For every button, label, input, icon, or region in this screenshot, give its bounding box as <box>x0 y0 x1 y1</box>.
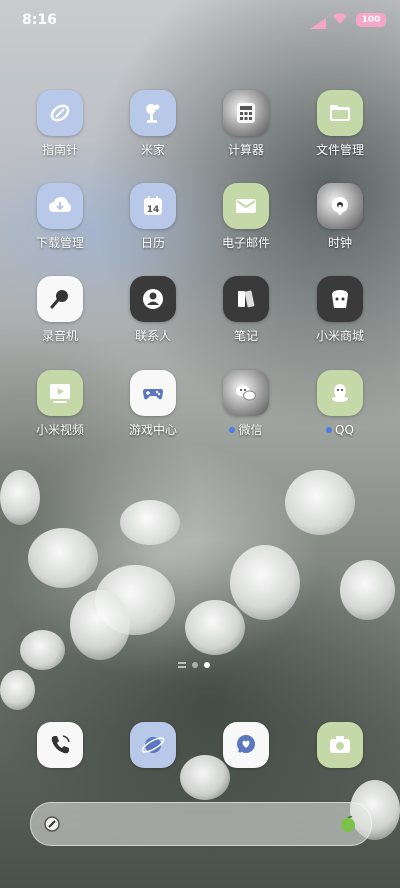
app-download[interactable]: 下载管理 <box>15 183 105 250</box>
app-label-text: 录音机 <box>41 329 78 343</box>
status-time: 8:16 <box>22 12 57 28</box>
recorder-icon <box>37 276 83 322</box>
app-label: 米家 <box>108 143 198 157</box>
dock-phone[interactable] <box>15 722 105 768</box>
svg-text:14: 14 <box>147 205 160 215</box>
list-view-icon <box>178 662 186 668</box>
wechat-icon <box>223 370 269 416</box>
app-label: 指南针 <box>15 143 105 157</box>
app-label-text: 计算器 <box>227 143 264 157</box>
new-badge-dot <box>326 427 333 433</box>
app-label-text: 小米商城 <box>315 329 364 343</box>
wallpaper-flower <box>230 545 300 620</box>
app-label-text: 时钟 <box>327 236 352 250</box>
app-label-text: QQ <box>335 423 354 437</box>
app-calculator[interactable]: 计算器 <box>201 90 291 157</box>
app-mall[interactable]: 小米商城 <box>295 276 385 343</box>
app-mail[interactable]: 电子邮件 <box>201 183 291 250</box>
mijia-icon <box>130 90 176 136</box>
app-qq[interactable]: QQ <box>295 370 385 437</box>
page-dot <box>192 662 198 668</box>
wallpaper-flower <box>185 600 245 655</box>
app-label-text: 电子邮件 <box>221 236 270 250</box>
app-label-text: 小米视频 <box>35 423 84 437</box>
wallpaper-flower <box>0 670 35 710</box>
app-label: 时钟 <box>295 236 385 250</box>
app-label: QQ <box>295 423 385 437</box>
video-icon <box>37 370 83 416</box>
status-bar: 8:16 100 <box>0 0 400 40</box>
app-label: 联系人 <box>108 329 198 343</box>
voice-search-icon[interactable] <box>339 815 357 833</box>
battery-indicator: 100 <box>356 13 386 27</box>
app-label-text: 米家 <box>140 143 165 157</box>
app-label-text: 指南针 <box>41 143 78 157</box>
messages-icon <box>223 722 269 768</box>
contacts-icon <box>130 276 176 322</box>
app-label-text: 游戏中心 <box>128 423 177 437</box>
dock-messages[interactable] <box>201 722 291 768</box>
wallpaper-flower <box>340 560 395 620</box>
gamepad-icon <box>130 370 176 416</box>
app-contacts[interactable]: 联系人 <box>108 276 198 343</box>
wallpaper-flower <box>120 500 180 545</box>
app-label: 录音机 <box>15 329 105 343</box>
clock-icon <box>317 183 363 229</box>
calculator-icon <box>223 90 269 136</box>
app-label: 日历 <box>108 236 198 250</box>
app-label: 电子邮件 <box>201 236 291 250</box>
app-label: 计算器 <box>201 143 291 157</box>
app-clock[interactable]: 时钟 <box>295 183 385 250</box>
app-calendar[interactable]: 14 日历 <box>108 183 198 250</box>
app-wechat[interactable]: 微信 <box>201 370 291 437</box>
wallpaper-flower <box>285 470 355 535</box>
app-compass[interactable]: 指南针 <box>15 90 105 157</box>
app-label-text: 日历 <box>140 236 165 250</box>
app-label: 笔记 <box>201 329 291 343</box>
page-indicator[interactable] <box>178 662 210 668</box>
app-label: 微信 <box>201 423 291 437</box>
app-label-text: 微信 <box>238 423 263 437</box>
wallpaper-flower <box>70 590 130 660</box>
compass-icon <box>37 90 83 136</box>
app-label: 小米商城 <box>295 329 385 343</box>
calendar-icon: 14 <box>130 183 176 229</box>
download-icon <box>37 183 83 229</box>
phone-icon <box>37 722 83 768</box>
app-label: 文件管理 <box>295 143 385 157</box>
dock-camera[interactable] <box>295 722 385 768</box>
camera-icon <box>317 722 363 768</box>
qq-icon <box>317 370 363 416</box>
wallpaper-flower <box>28 528 98 588</box>
signal-icon <box>310 14 326 33</box>
app-folder[interactable]: 文件管理 <box>295 90 385 157</box>
new-badge-dot <box>229 427 236 433</box>
app-label-text: 下载管理 <box>35 236 84 250</box>
folder-icon <box>317 90 363 136</box>
mail-icon <box>223 183 269 229</box>
dock-browser[interactable] <box>108 722 198 768</box>
wallpaper-flower <box>0 470 40 525</box>
app-label: 游戏中心 <box>108 423 198 437</box>
app-label: 小米视频 <box>15 423 105 437</box>
app-label: 下载管理 <box>15 236 105 250</box>
app-gamepad[interactable]: 游戏中心 <box>108 370 198 437</box>
wallpaper-flower <box>20 630 65 670</box>
search-bar[interactable] <box>30 802 372 846</box>
app-notes[interactable]: 笔记 <box>201 276 291 343</box>
search-logo-icon <box>43 815 61 833</box>
notes-icon <box>223 276 269 322</box>
wifi-icon <box>332 12 348 29</box>
app-label-text: 笔记 <box>233 329 258 343</box>
app-video[interactable]: 小米视频 <box>15 370 105 437</box>
app-mijia[interactable]: 米家 <box>108 90 198 157</box>
app-label-text: 联系人 <box>134 329 171 343</box>
app-recorder[interactable]: 录音机 <box>15 276 105 343</box>
mall-icon <box>317 276 363 322</box>
app-label-text: 文件管理 <box>315 143 364 157</box>
browser-icon <box>130 722 176 768</box>
page-dot-active <box>204 662 210 668</box>
